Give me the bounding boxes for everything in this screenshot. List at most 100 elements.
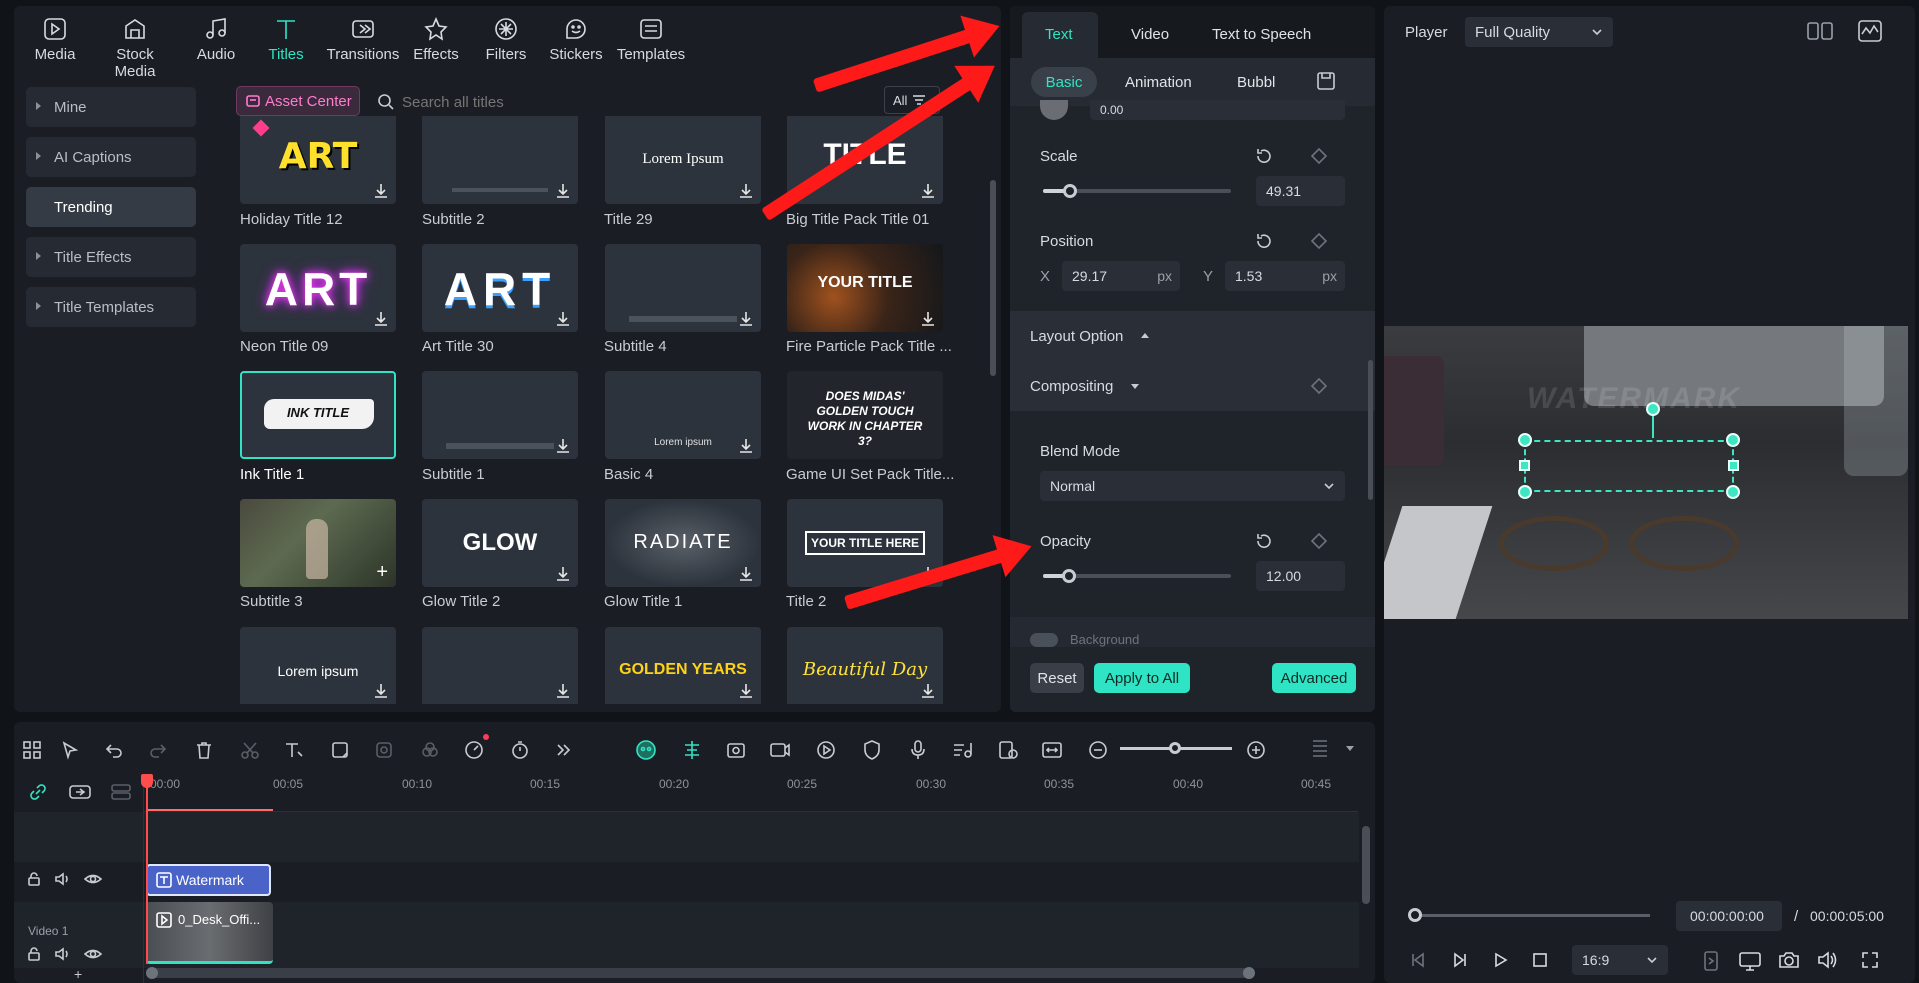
tool-transitions[interactable]: Transitions [320,14,406,63]
download-icon[interactable] [372,682,390,700]
stop-icon[interactable] [1530,950,1550,970]
select-tool-icon[interactable] [58,738,82,762]
download-icon[interactable] [737,437,755,455]
reset-opacity-icon[interactable] [1254,531,1274,551]
add-track-icon[interactable] [68,782,92,802]
tool-templates[interactable]: Templates [609,14,693,63]
timeline-vertical-scrollbar[interactable] [1362,826,1370,904]
title-thumb[interactable]: GOLDEN YEARS [605,627,761,704]
previous-frame-icon[interactable] [1408,950,1428,970]
mute-track-icon[interactable] [54,871,72,887]
fit-timeline-icon[interactable] [1040,738,1064,762]
resize-handle-l[interactable] [1519,460,1530,471]
lock-track-icon[interactable] [26,946,42,962]
opacity-slider-knob[interactable] [1062,569,1076,583]
ai-video-icon[interactable] [768,738,792,762]
tool-audio[interactable]: Audio [176,14,256,63]
title-thumb[interactable] [605,244,761,332]
more-tools-icon[interactable] [552,738,576,762]
aspect-ratio-dropdown[interactable]: 16:9 [1572,945,1668,975]
shield-icon[interactable] [860,738,884,762]
download-icon[interactable] [919,182,937,200]
rotate-handle[interactable] [1646,402,1660,416]
top-value-field[interactable]: 0.00 [1090,100,1345,120]
lock-track-icon[interactable] [26,871,42,887]
save-preset-icon[interactable] [1316,71,1336,91]
position-y-field[interactable]: 1.53 px [1225,261,1345,291]
sidebar-item-title-effects[interactable]: Title Effects [26,237,196,277]
resize-handle-tl[interactable] [1518,433,1532,447]
background-toggle[interactable] [1030,633,1058,647]
mark-icon[interactable] [1703,950,1719,972]
title-thumb[interactable]: GLOW [422,499,578,587]
tool-stickers[interactable]: Stickers [536,14,616,63]
timeline-menu-chevron[interactable] [1346,746,1354,751]
opacity-value-field[interactable]: 12.00 [1256,561,1345,591]
title-thumb[interactable]: DOES MIDAS' GOLDEN TOUCH WORK IN CHAPTER… [787,371,943,459]
download-icon[interactable] [372,310,390,328]
download-icon[interactable] [919,310,937,328]
render-preview-icon[interactable] [814,738,838,762]
download-icon[interactable] [919,682,937,700]
collapse-layout-icon[interactable] [1141,333,1149,338]
blend-mode-dropdown[interactable]: Normal [1040,471,1345,501]
video-clip[interactable]: 0_Desk_Offi... [146,902,273,964]
search-input[interactable] [402,88,702,116]
title-thumb[interactable]: Lorem Ipsum [605,116,761,204]
current-time-display[interactable]: 00:00:00:00 [1676,901,1782,931]
title-thumb[interactable]: + [240,499,396,587]
download-icon[interactable] [554,182,572,200]
tool-media[interactable]: Media [15,14,95,63]
layout-icon[interactable] [20,738,44,762]
download-icon[interactable] [554,682,572,700]
redo-icon[interactable] [146,738,170,762]
expand-compositing-icon[interactable] [1131,384,1139,389]
ai-speed-icon[interactable] [462,738,486,762]
advanced-button[interactable]: Advanced [1272,663,1356,693]
visibility-track-icon[interactable] [84,871,102,887]
text-selection-box[interactable] [1524,440,1734,492]
ai-copilot-icon[interactable] [634,738,658,762]
title-thumb[interactable]: ART [422,244,578,332]
title-thumb-selected[interactable]: INK TITLE [240,371,396,459]
zoom-in-icon[interactable] [1244,738,1268,762]
speed-timer-icon[interactable] [508,738,532,762]
timeline-horizontal-scrollbar[interactable] [148,968,1254,978]
add-icon[interactable]: + [376,562,388,582]
properties-scrollbar[interactable] [1368,360,1373,500]
resize-handle-tr[interactable] [1726,433,1740,447]
subtab-animation[interactable]: Animation [1125,74,1192,91]
playback-progress-track[interactable] [1414,914,1650,917]
add-track-plus-icon[interactable]: + [74,966,82,982]
crop-icon[interactable] [328,738,352,762]
zoom-out-icon[interactable] [1086,738,1110,762]
display-icon[interactable] [1738,950,1762,972]
visibility-track-icon[interactable] [84,946,102,962]
position-x-field[interactable]: 29.17 px [1062,261,1180,291]
sidebar-item-mine[interactable]: Mine [26,87,196,127]
tool-filters[interactable]: Filters [466,14,546,63]
scroll-handle-right[interactable] [1243,967,1255,979]
title-thumb[interactable] [422,116,578,204]
scene-detect-icon[interactable] [724,738,748,762]
tool-titles[interactable]: Titles [246,14,326,63]
download-icon[interactable] [737,310,755,328]
layout-option-section[interactable] [1010,311,1375,411]
title-thumb[interactable]: ART [240,244,396,332]
sidebar-item-title-templates[interactable]: Title Templates [26,287,196,327]
download-icon[interactable] [554,437,572,455]
zoom-slider-knob[interactable] [1169,742,1181,754]
tool-stock-media[interactable]: Stock Media [95,14,175,80]
subtab-basic[interactable]: Basic [1031,67,1097,97]
resize-handle-bl[interactable] [1518,485,1532,499]
link-icon[interactable] [28,782,48,802]
title-thumb[interactable] [422,371,578,459]
volume-icon[interactable] [1816,950,1838,970]
mute-track-icon[interactable] [54,946,72,962]
sidebar-item-trending[interactable]: Trending [26,187,196,227]
grid-handle-icon[interactable] [1308,738,1332,762]
download-icon[interactable] [737,682,755,700]
reset-scale-icon[interactable] [1254,146,1274,166]
scale-slider-knob[interactable] [1063,184,1077,198]
audio-mix-icon[interactable] [950,738,974,762]
